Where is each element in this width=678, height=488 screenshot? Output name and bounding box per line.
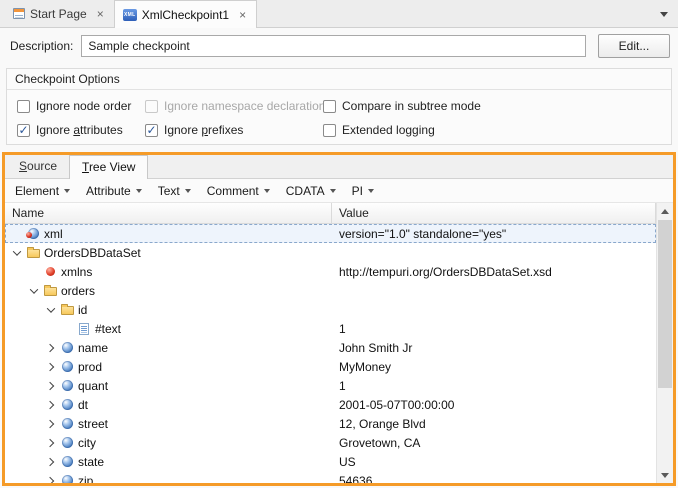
edit-button[interactable]: Edit... — [598, 34, 670, 58]
element-icon — [59, 361, 75, 372]
scrollbar-thumb[interactable] — [658, 220, 672, 388]
checkbox[interactable] — [323, 124, 336, 137]
toolbar-pi-menu[interactable]: PI — [352, 184, 374, 198]
tree-grid: Name Value xml version="1.0" standalone=… — [5, 203, 673, 483]
checkpoint-options-group: Checkpoint Options Ignore node order Ign… — [6, 68, 672, 145]
checkbox[interactable] — [145, 124, 158, 137]
tree-row[interactable]: street 12, Orange Blvd — [5, 414, 656, 433]
dropdown-arrow-icon — [64, 189, 70, 193]
tree-row[interactable]: quant 1 — [5, 376, 656, 395]
scroll-down-icon[interactable] — [657, 467, 673, 483]
chevron-down-icon[interactable] — [9, 243, 25, 262]
chevron-right-icon[interactable] — [43, 376, 59, 395]
toolbar-attribute-menu[interactable]: Attribute — [86, 184, 142, 198]
tree-row[interactable]: name John Smith Jr — [5, 338, 656, 357]
chevron-right-icon[interactable] — [43, 471, 59, 483]
group-title: Checkpoint Options — [7, 69, 671, 90]
description-input[interactable] — [81, 35, 586, 57]
viewer-tab-strip: Source Tree View — [5, 155, 673, 179]
chevron-right-icon[interactable] — [43, 338, 59, 357]
chevron-right-icon[interactable] — [43, 395, 59, 414]
tree-row[interactable]: orders — [5, 281, 656, 300]
xml-checkpoint-editor: Start Page × XML XmlCheckpoint1 × Descri… — [0, 0, 678, 488]
chevron-right-icon[interactable] — [43, 414, 59, 433]
toolbar-comment-menu[interactable]: Comment — [207, 184, 270, 198]
tab-label: Start Page — [30, 7, 87, 21]
text-node-icon — [76, 323, 92, 335]
checkbox-ignore-namespace-declarations: Ignore namespace declarations — [145, 99, 323, 113]
tree-row[interactable]: state US — [5, 452, 656, 471]
description-row: Description: Edit... — [10, 34, 670, 58]
checkbox-compare-in-subtree-mode[interactable]: Compare in subtree mode — [323, 99, 671, 113]
tree-row[interactable]: #text 1 — [5, 319, 656, 338]
tree-grid-main: Name Value xml version="1.0" standalone=… — [5, 203, 656, 483]
checkbox-ignore-attributes[interactable]: Ignore attributes — [17, 123, 145, 137]
column-header-row: Name Value — [5, 203, 656, 224]
viewer-toolbar: Element Attribute Text Comment CDATA PI — [5, 179, 673, 203]
dropdown-arrow-icon — [330, 189, 336, 193]
tree-row[interactable]: OrdersDBDataSet — [5, 243, 656, 262]
element-icon — [59, 380, 75, 391]
chevron-spacer — [9, 224, 25, 243]
checkbox — [145, 100, 158, 113]
element-icon — [59, 418, 75, 429]
folder-icon — [25, 247, 41, 258]
chevron-spacer — [60, 319, 76, 338]
tab-start-page[interactable]: Start Page × — [5, 0, 114, 27]
description-label: Description: — [10, 39, 73, 53]
document-tab-bar: Start Page × XML XmlCheckpoint1 × — [0, 0, 678, 28]
tree-row[interactable]: id — [5, 300, 656, 319]
element-icon — [59, 342, 75, 353]
scroll-up-icon[interactable] — [657, 203, 673, 219]
column-header-name[interactable]: Name — [5, 203, 332, 223]
chevron-down-icon[interactable] — [26, 281, 42, 300]
checkbox-extended-logging[interactable]: Extended logging — [323, 123, 671, 137]
xml-file-icon: XML — [123, 9, 137, 21]
start-page-icon — [13, 8, 25, 19]
chevron-right-icon[interactable] — [43, 433, 59, 452]
chevron-down-icon[interactable] — [43, 300, 59, 319]
chevron-spacer — [26, 262, 42, 281]
chevron-right-icon[interactable] — [43, 357, 59, 376]
column-header-value[interactable]: Value — [332, 203, 656, 223]
tree-row[interactable]: dt 2001-05-07T00:00:00 — [5, 395, 656, 414]
checkbox[interactable] — [17, 100, 30, 113]
checkbox-ignore-node-order[interactable]: Ignore node order — [17, 99, 145, 113]
dropdown-arrow-icon — [185, 189, 191, 193]
toolbar-cdata-menu[interactable]: CDATA — [286, 184, 336, 198]
options-grid: Ignore node order Ignore namespace decla… — [7, 90, 671, 137]
tab-label: XmlCheckpoint1 — [142, 8, 229, 22]
chevron-down-icon[interactable] — [660, 12, 668, 17]
xml-viewer-panel: Source Tree View Element Attribute Text … — [2, 152, 676, 486]
element-icon — [59, 399, 75, 410]
close-icon[interactable]: × — [95, 7, 106, 21]
element-icon — [59, 437, 75, 448]
element-icon — [59, 456, 75, 467]
tab-tree-view[interactable]: Tree View — [69, 155, 148, 179]
tree-row[interactable]: xml version="1.0" standalone="yes" — [5, 224, 656, 243]
checkbox[interactable] — [323, 100, 336, 113]
dropdown-arrow-icon — [136, 189, 142, 193]
element-icon — [59, 475, 75, 483]
tab-xmlcheckpoint1[interactable]: XML XmlCheckpoint1 × — [114, 0, 257, 28]
tree-row[interactable]: city Grovetown, CA — [5, 433, 656, 452]
checkbox[interactable] — [17, 124, 30, 137]
tree-rows: xml version="1.0" standalone="yes" Order… — [5, 224, 656, 483]
tree-row[interactable]: prod MyMoney — [5, 357, 656, 376]
dropdown-arrow-icon — [368, 189, 374, 193]
vertical-scrollbar[interactable] — [656, 203, 673, 483]
attribute-icon — [42, 267, 58, 276]
tree-row[interactable]: zip 54636 — [5, 471, 656, 483]
dropdown-arrow-icon — [264, 189, 270, 193]
toolbar-element-menu[interactable]: Element — [15, 184, 70, 198]
checkbox-ignore-prefixes[interactable]: Ignore prefixes — [145, 123, 323, 137]
close-icon[interactable]: × — [237, 8, 248, 22]
xml-declaration-icon — [25, 228, 41, 239]
tab-source[interactable]: Source — [7, 155, 69, 178]
tree-row[interactable]: xmlns http://tempuri.org/OrdersDBDataSet… — [5, 262, 656, 281]
folder-icon — [42, 285, 58, 296]
folder-icon — [59, 304, 75, 315]
chevron-right-icon[interactable] — [43, 452, 59, 471]
toolbar-text-menu[interactable]: Text — [158, 184, 191, 198]
